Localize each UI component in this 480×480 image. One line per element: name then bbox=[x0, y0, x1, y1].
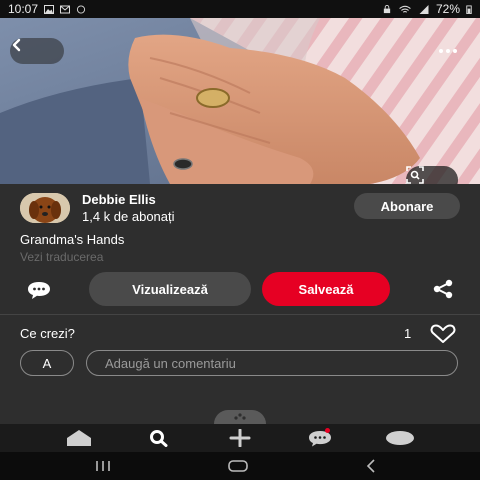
battery-icon bbox=[466, 4, 472, 14]
comment-bubble-icon bbox=[28, 282, 50, 299]
status-bar: 10:07 72% bbox=[0, 0, 480, 18]
search-icon bbox=[150, 430, 168, 447]
comments-button[interactable] bbox=[24, 280, 54, 300]
recent-apps-button[interactable] bbox=[88, 456, 118, 476]
creator-avatar[interactable] bbox=[20, 193, 70, 223]
create-icon bbox=[229, 429, 251, 447]
follow-button[interactable]: Abonare bbox=[354, 193, 460, 219]
save-button[interactable]: Salvează bbox=[262, 272, 390, 306]
lens-icon bbox=[406, 166, 424, 184]
nav-home[interactable] bbox=[63, 428, 95, 448]
divider bbox=[0, 314, 480, 315]
back-button[interactable] bbox=[10, 38, 64, 64]
profile-icon bbox=[386, 431, 414, 445]
share-button[interactable] bbox=[428, 278, 458, 300]
more-dots-icon bbox=[439, 49, 443, 53]
pin-image[interactable] bbox=[0, 18, 480, 184]
visual-search-button[interactable] bbox=[406, 166, 458, 184]
image-notification-icon bbox=[44, 4, 55, 14]
more-ideas-handle[interactable] bbox=[214, 410, 266, 424]
clock: 10:07 bbox=[8, 2, 39, 16]
heart-icon bbox=[430, 324, 456, 343]
home-icon bbox=[67, 430, 91, 446]
react-button[interactable] bbox=[428, 324, 458, 344]
signal-icon bbox=[419, 4, 429, 14]
system-back-button[interactable] bbox=[357, 456, 387, 476]
comments-prompt: Ce crezi? bbox=[20, 326, 75, 341]
bottom-navigation bbox=[0, 424, 480, 452]
comment-input[interactable] bbox=[86, 350, 458, 376]
current-user-avatar[interactable]: A bbox=[20, 350, 74, 376]
system-navigation-bar bbox=[0, 452, 480, 480]
follower-count: 1,4 k de abonați bbox=[82, 209, 175, 224]
notification-dot bbox=[325, 428, 330, 433]
pin-details-panel: Debbie Ellis 1,4 k de abonați Abonare Gr… bbox=[0, 184, 480, 424]
mail-notification-icon bbox=[60, 5, 71, 13]
reaction-count: 1 bbox=[404, 326, 412, 341]
nav-search[interactable] bbox=[143, 428, 175, 448]
wifi-icon bbox=[399, 5, 411, 13]
messages-icon bbox=[309, 431, 331, 447]
recent-apps-icon bbox=[96, 461, 110, 471]
battery-percent: 72% bbox=[435, 2, 460, 16]
dog-avatar-image bbox=[20, 193, 70, 223]
nav-profile[interactable] bbox=[384, 428, 416, 448]
lock-icon bbox=[383, 4, 391, 13]
drag-dots-icon bbox=[234, 413, 246, 420]
view-button[interactable]: Vizualizează bbox=[89, 272, 251, 306]
home-circle-icon bbox=[228, 460, 248, 472]
action-row: Vizualizează Salvează bbox=[0, 272, 480, 306]
whatsapp-icon bbox=[76, 4, 86, 14]
chevron-left-icon bbox=[12, 38, 21, 52]
home-system-button[interactable] bbox=[223, 456, 253, 476]
see-translation-link[interactable]: Vezi traducerea bbox=[20, 250, 103, 264]
nav-create[interactable] bbox=[224, 428, 256, 448]
pin-title: Grandma's Hands bbox=[20, 232, 125, 247]
back-arrow-icon bbox=[366, 459, 375, 473]
share-icon bbox=[433, 279, 453, 299]
nav-messages[interactable] bbox=[304, 428, 336, 448]
creator-name[interactable]: Debbie Ellis bbox=[82, 192, 175, 207]
hands-photo bbox=[0, 18, 480, 184]
creator-info[interactable]: Debbie Ellis 1,4 k de abonați bbox=[20, 192, 175, 224]
more-options-button[interactable] bbox=[428, 38, 468, 64]
